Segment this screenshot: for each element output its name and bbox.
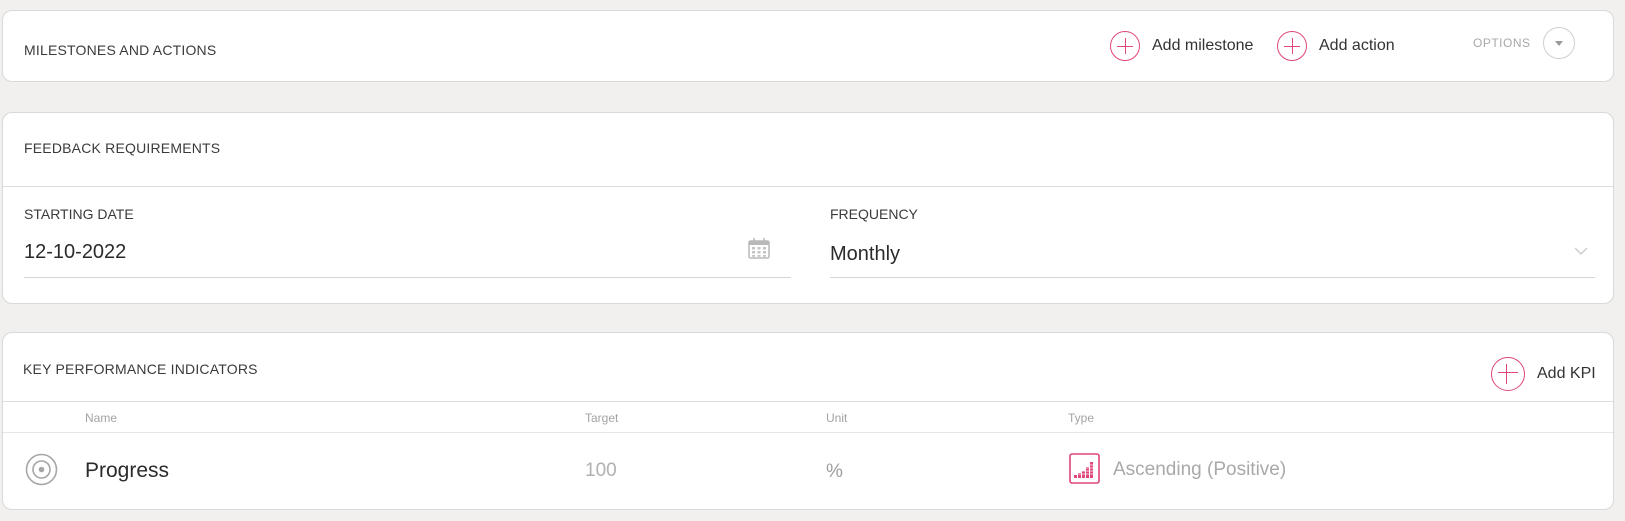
kpi-name: Progress [85, 459, 170, 482]
kpi-card: KEY PERFORMANCE INDICATORS Add KPI Name … [2, 332, 1614, 510]
add-action-label: Add action [1319, 37, 1395, 54]
kpi-header-top-divider [3, 401, 1613, 402]
calendar-icon[interactable] [748, 237, 770, 259]
milestones-card: MILESTONES AND ACTIONS Add milestone Add… [2, 10, 1614, 82]
frequency-label: FREQUENCY [830, 206, 918, 222]
add-kpi-label: Add KPI [1537, 365, 1596, 382]
column-header-unit: Unit [826, 411, 848, 425]
chevron-down-icon[interactable] [1574, 246, 1588, 256]
feedback-title: FEEDBACK REQUIREMENTS [24, 140, 221, 156]
add-action-button[interactable]: Add action [1277, 31, 1395, 61]
column-header-name: Name [85, 411, 118, 425]
add-milestone-button[interactable]: Add milestone [1110, 31, 1253, 61]
plus-circle-icon [1277, 31, 1307, 61]
kpi-target: 100 [585, 460, 617, 481]
options-dropdown[interactable]: OPTIONS [1473, 27, 1575, 59]
starting-date-label: STARTING DATE [24, 206, 134, 222]
kpi-unit: % [826, 461, 843, 482]
add-milestone-label: Add milestone [1152, 37, 1254, 54]
milestones-title: MILESTONES AND ACTIONS [24, 42, 217, 58]
feedback-card: FEEDBACK REQUIREMENTS STARTING DATE 12-1… [2, 112, 1614, 304]
plus-circle-icon [1491, 357, 1525, 391]
frequency-underline [830, 277, 1595, 278]
add-kpi-button[interactable]: Add KPI [1491, 357, 1596, 391]
target-icon [25, 453, 58, 486]
starting-date-value[interactable]: 12-10-2022 [24, 241, 126, 264]
ascending-bars-icon [1069, 453, 1100, 484]
column-header-target: Target [585, 411, 619, 425]
kpi-header-bottom-divider [3, 432, 1613, 433]
kpi-title: KEY PERFORMANCE INDICATORS [23, 361, 258, 377]
starting-date-underline [24, 277, 791, 278]
frequency-select[interactable]: Monthly [830, 243, 900, 266]
feedback-divider [3, 186, 1613, 187]
chevron-down-icon[interactable] [1542, 27, 1575, 59]
kpi-type: Ascending (Positive) [1113, 459, 1287, 480]
column-header-type: Type [1068, 411, 1095, 425]
options-label: OPTIONS [1473, 36, 1531, 50]
plus-circle-icon [1110, 31, 1140, 61]
